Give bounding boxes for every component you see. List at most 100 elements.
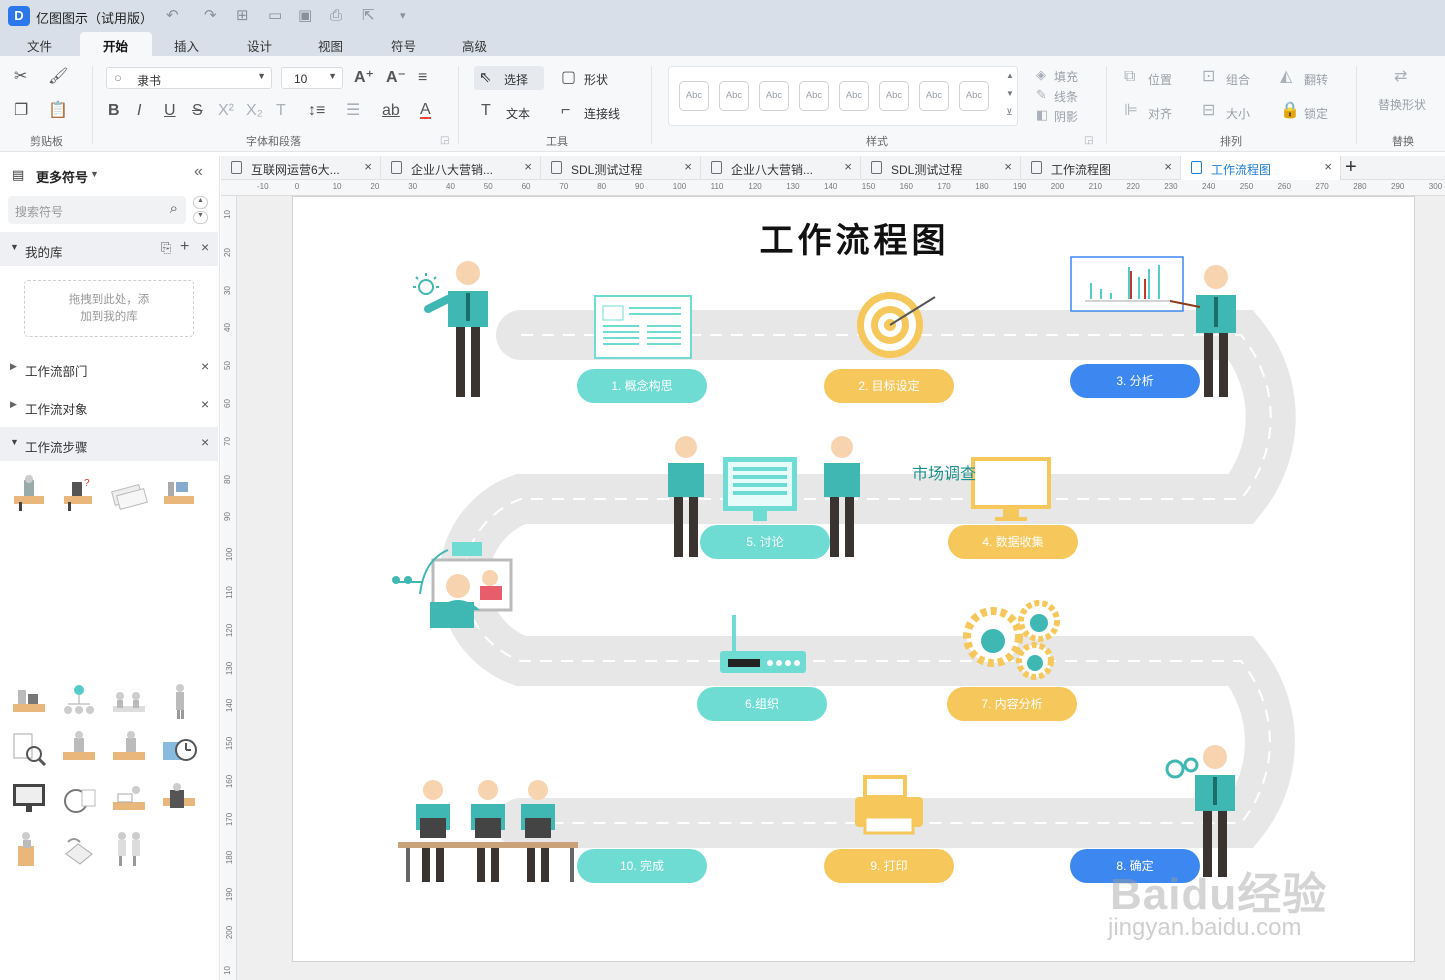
style-preset[interactable]: Abc: [799, 81, 829, 111]
print-icon[interactable]: ⎙: [330, 8, 342, 24]
diagram-title[interactable]: 工作流程图: [293, 213, 1416, 262]
symbol-presenter[interactable]: [160, 474, 198, 512]
style-preset[interactable]: Abc: [959, 81, 989, 111]
symbol-laptop-worker[interactable]: [10, 682, 48, 720]
close-icon[interactable]: ×: [201, 434, 209, 450]
export-icon[interactable]: ⇱: [362, 8, 375, 24]
paste-icon[interactable]: 📋: [48, 102, 68, 120]
style-preset[interactable]: Abc: [839, 81, 869, 111]
shadow-label[interactable]: 阴影: [1054, 108, 1078, 125]
symbol-monitor-chart[interactable]: [10, 780, 48, 818]
bold-icon[interactable]: B: [108, 102, 120, 120]
category-workflow-steps[interactable]: ▼ 工作流步骤 ×: [0, 427, 218, 461]
flip-label[interactable]: 翻转: [1304, 71, 1328, 88]
superscript-icon[interactable]: X²: [218, 102, 234, 120]
shape-icon[interactable]: ▢: [561, 69, 576, 87]
menu-design[interactable]: 设计: [247, 36, 272, 55]
line-spacing-icon[interactable]: ↕≡: [308, 102, 325, 120]
connector-tool-label[interactable]: 连接线: [584, 105, 620, 122]
paragraph-align-icon[interactable]: ≡: [418, 69, 427, 87]
scroll-down-icon[interactable]: ▼: [193, 211, 208, 224]
symbol-calendar-clock[interactable]: [160, 730, 198, 768]
copy-icon[interactable]: ❐: [14, 102, 28, 120]
document-tab[interactable]: 企业八大营销... ×: [701, 156, 861, 180]
size-label[interactable]: 大小: [1226, 105, 1250, 122]
close-tab-icon[interactable]: ×: [364, 159, 372, 174]
new-icon[interactable]: ⊞: [236, 8, 249, 24]
replace-shape-label[interactable]: 替换形状: [1378, 96, 1426, 113]
close-tab-icon[interactable]: ×: [524, 159, 532, 174]
line-icon[interactable]: ✎: [1036, 86, 1047, 104]
close-icon[interactable]: ×: [201, 358, 209, 374]
symbol-documents[interactable]: [110, 474, 148, 512]
position-label[interactable]: 位置: [1148, 71, 1172, 88]
menu-advanced[interactable]: 高级: [462, 36, 487, 55]
redo-icon[interactable]: ↷: [204, 8, 217, 24]
symbol-office-worker[interactable]: [110, 730, 148, 768]
size-icon[interactable]: ⊟: [1202, 102, 1215, 120]
menu-file[interactable]: 文件: [27, 36, 52, 55]
menu-view[interactable]: 视图: [318, 36, 343, 55]
lock-label[interactable]: 锁定: [1304, 105, 1328, 122]
gallery-scroll-up-icon[interactable]: ▲: [1006, 71, 1014, 80]
close-tab-icon[interactable]: ×: [844, 159, 852, 174]
style-dialog-icon[interactable]: ◲: [1084, 132, 1093, 150]
step-chip-6[interactable]: 6.组织: [697, 687, 827, 721]
step-chip-4[interactable]: 4. 数据收集: [948, 525, 1078, 559]
gallery-scroll-down-icon[interactable]: ▼: [1006, 89, 1014, 98]
fill-label[interactable]: 填充: [1054, 68, 1078, 85]
close-tab-icon[interactable]: ×: [1324, 159, 1332, 174]
symbol-two-people[interactable]: [110, 830, 148, 868]
fill-icon[interactable]: ◈: [1036, 66, 1046, 84]
menu-insert[interactable]: 插入: [174, 36, 199, 55]
step-chip-10[interactable]: 10. 完成: [577, 849, 707, 883]
group-label[interactable]: 组合: [1226, 71, 1250, 88]
font-name-select[interactable]: ○ 隶书 ▼: [106, 67, 272, 89]
close-tab-icon[interactable]: ×: [1164, 159, 1172, 174]
document-tab[interactable]: SDL测试过程 ×: [541, 156, 701, 180]
symbol-stopwatch[interactable]: [60, 780, 98, 818]
open-folder-icon[interactable]: ▭: [268, 8, 282, 24]
step-chip-1[interactable]: 1. 概念构思: [577, 369, 707, 403]
menu-start[interactable]: 开始: [103, 36, 128, 55]
menu-symbol[interactable]: 符号: [391, 36, 416, 55]
save-icon[interactable]: ▣: [298, 8, 312, 24]
new-tab-icon[interactable]: +: [1345, 156, 1357, 178]
gallery-expand-icon[interactable]: ⊻: [1006, 107, 1013, 118]
scroll-up-icon[interactable]: ▲: [193, 196, 208, 209]
style-preset[interactable]: Abc: [719, 81, 749, 111]
subscript-icon[interactable]: X₂: [246, 102, 263, 120]
close-icon[interactable]: ×: [201, 396, 209, 412]
font-color-icon[interactable]: A: [420, 102, 431, 119]
symbol-handshake[interactable]: [160, 682, 198, 720]
style-preset[interactable]: Abc: [919, 81, 949, 111]
step-chip-5[interactable]: 5. 讨论: [700, 525, 830, 559]
lock-icon[interactable]: 🔒: [1280, 102, 1300, 120]
select-tool[interactable]: ⇖ 选择: [474, 66, 544, 90]
italic-icon[interactable]: I: [137, 102, 141, 120]
symbol-desk-papers[interactable]: [110, 780, 148, 818]
search-icon[interactable]: ⌕: [170, 200, 178, 217]
step-chip-7[interactable]: 7. 内容分析: [947, 687, 1077, 721]
symbol-writing-worker[interactable]: [60, 730, 98, 768]
add-icon[interactable]: +: [180, 238, 189, 256]
style-preset[interactable]: Abc: [679, 81, 709, 111]
library-drop-zone[interactable]: 拖拽到此处，添 加到我的库: [24, 280, 194, 337]
line-label[interactable]: 线条: [1054, 88, 1078, 105]
bullet-list-icon[interactable]: ☰: [346, 102, 360, 120]
drawing-page[interactable]: 工作流程图 1. 概念构思 2. 目标设定 3. 分析 4. 数据收集 5. 讨…: [292, 196, 1415, 962]
group-icon[interactable]: ⊡: [1202, 68, 1215, 86]
close-tab-icon[interactable]: ×: [684, 159, 692, 174]
collapse-panel-icon[interactable]: «: [194, 163, 203, 181]
strikethrough-icon[interactable]: S: [192, 102, 203, 120]
grow-font-icon[interactable]: A⁺: [354, 69, 374, 87]
step-chip-2[interactable]: 2. 目标设定: [824, 369, 954, 403]
symbol-telephone[interactable]: [60, 830, 98, 868]
text-case-icon[interactable]: T: [276, 102, 286, 120]
style-preset[interactable]: Abc: [879, 81, 909, 111]
style-preset[interactable]: Abc: [759, 81, 789, 111]
symbol-magnifier-report[interactable]: [10, 730, 48, 768]
replace-shape-icon[interactable]: ⇄: [1394, 68, 1407, 86]
panel-header[interactable]: 更多符号: [36, 167, 88, 186]
align-label[interactable]: 对齐: [1148, 105, 1172, 122]
